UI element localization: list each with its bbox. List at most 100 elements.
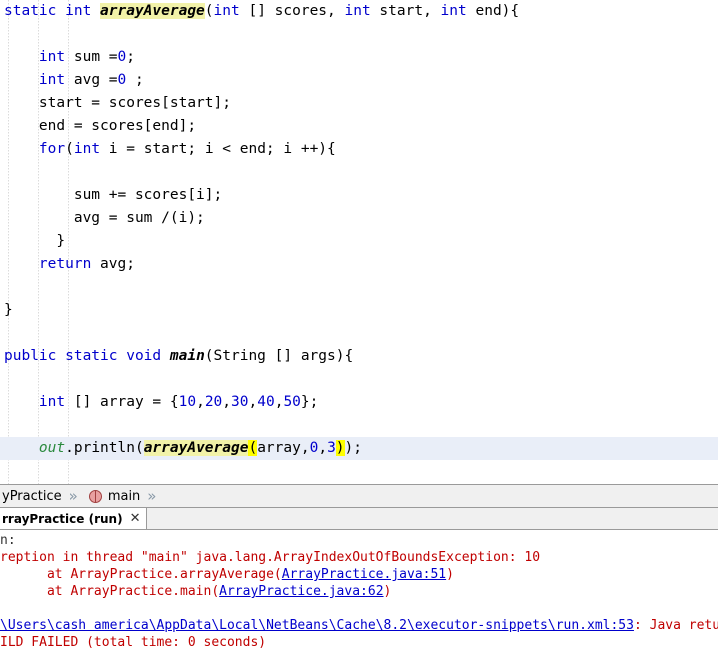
code-token: start, xyxy=(370,3,441,19)
breadcrumb-method[interactable]: main xyxy=(106,489,142,504)
code-token: 30 xyxy=(231,394,249,410)
console-text: ) xyxy=(383,584,392,599)
code-token: out xyxy=(38,440,66,456)
output-console[interactable]: n: reption in thread "main" java.lang.Arr… xyxy=(0,530,718,654)
close-icon[interactable]: ✕ xyxy=(130,512,141,525)
console-text: n: xyxy=(0,533,16,548)
code-token: , xyxy=(318,440,328,456)
output-tab-label: rrayPractice (run) xyxy=(2,511,123,526)
code-token: ) xyxy=(335,440,345,456)
code-token: arrayAverage xyxy=(143,440,249,456)
code-token: public xyxy=(4,348,66,364)
breadcrumb-separator-1: » xyxy=(68,487,78,505)
code-line[interactable] xyxy=(0,368,718,391)
code-token: ( xyxy=(204,3,214,19)
code-content[interactable]: static int arrayAverage(int [] scores, i… xyxy=(0,0,718,460)
code-token: , xyxy=(248,394,258,410)
tab-arraypractice-run[interactable]: rrayPractice (run) ✕ xyxy=(0,508,148,529)
console-line: at ArrayPractice.main(ArrayPractice.java… xyxy=(0,583,718,600)
code-line[interactable] xyxy=(0,322,718,345)
code-token: int xyxy=(38,72,66,88)
code-line[interactable]: static int arrayAverage( int [] scores, i… xyxy=(0,0,718,23)
stack-trace-link[interactable]: \Users\cash america\AppData\Local\NetBea… xyxy=(0,618,634,633)
code-token: 50 xyxy=(283,394,301,410)
code-line[interactable] xyxy=(0,276,718,299)
code-line[interactable]: sum += scores[i]; xyxy=(0,184,718,207)
method-icon xyxy=(88,489,102,503)
code-line[interactable]: for(int i = start; i < end; i ++){ xyxy=(0,138,718,161)
breadcrumb: yPractice » main » xyxy=(0,484,718,508)
output-tab-bar: rrayPractice (run) ✕ xyxy=(0,508,718,530)
code-token: , xyxy=(222,394,232,410)
code-line[interactable]: end = scores[end]; xyxy=(0,115,718,138)
code-token: 0 xyxy=(117,49,127,65)
code-token: int xyxy=(65,3,101,19)
code-token: ; xyxy=(126,49,135,65)
code-token: }; xyxy=(300,394,319,410)
code-token: end = scores[end]; xyxy=(4,118,197,134)
code-token: ( xyxy=(248,440,258,456)
code-token: avg; xyxy=(91,256,135,272)
code-token: avg = xyxy=(65,72,118,88)
code-line[interactable]: return avg; xyxy=(0,253,718,276)
code-token: 0 xyxy=(117,72,127,88)
code-token: static xyxy=(65,348,127,364)
breadcrumb-separator-2: » xyxy=(147,487,157,505)
code-token: int xyxy=(440,3,467,19)
code-editor[interactable]: static int arrayAverage(int [] scores, i… xyxy=(0,0,718,484)
code-token: (String [] args){ xyxy=(204,348,354,364)
code-line[interactable] xyxy=(0,23,718,46)
code-token: return xyxy=(38,256,92,272)
console-text: at ArrayPractice.main( xyxy=(0,584,220,599)
code-token: i = start; i < end; i ++){ xyxy=(100,141,336,157)
code-token: arrayAverage xyxy=(100,3,205,19)
code-token: [] array = { xyxy=(65,394,179,410)
console-text: reption in thread "main" java.lang.Array… xyxy=(0,550,541,565)
console-line: at ArrayPractice.arrayAverage(ArrayPract… xyxy=(0,566,718,583)
code-line[interactable]: int sum =0; xyxy=(0,46,718,69)
console-text: at ArrayPractice.arrayAverage( xyxy=(0,567,282,582)
console-text: : Java returned: 1 xyxy=(633,618,718,633)
code-token: .println( xyxy=(65,440,144,456)
console-text: ILD FAILED (total time: 0 seconds) xyxy=(0,635,267,650)
code-token: ; xyxy=(126,72,144,88)
code-token: int xyxy=(38,394,66,410)
code-token: , xyxy=(196,394,205,410)
code-token: static xyxy=(4,3,66,19)
code-token: void xyxy=(126,348,170,364)
code-token: 20 xyxy=(204,394,223,410)
code-token: 3 xyxy=(327,440,336,456)
code-line[interactable]: int [] array = {10,20,30,40,50}; xyxy=(0,391,718,414)
code-token: } xyxy=(4,302,13,318)
code-token: start = scores[start]; xyxy=(4,95,231,111)
code-line[interactable]: public static void main(String [] args){ xyxy=(0,345,718,368)
code-line[interactable]: } xyxy=(0,299,718,322)
code-token: int xyxy=(344,3,371,19)
code-token: int xyxy=(38,49,66,65)
code-token: [] scores, xyxy=(239,3,345,19)
code-token: ( xyxy=(65,141,74,157)
code-line[interactable] xyxy=(0,414,718,437)
console-text: ) xyxy=(446,567,454,582)
stack-trace-link[interactable]: ArrayPractice.java:51 xyxy=(282,567,446,582)
code-line[interactable]: start = scores[start]; xyxy=(0,92,718,115)
code-token: sum = xyxy=(65,49,118,65)
code-line[interactable]: out.println(arrayAverage(array,0,3)); xyxy=(0,437,718,460)
code-line[interactable]: avg = sum /(i); xyxy=(0,207,718,230)
code-line[interactable] xyxy=(0,161,718,184)
code-token: main xyxy=(169,348,205,364)
code-token: } xyxy=(4,233,66,249)
code-token: 10 xyxy=(178,394,197,410)
breadcrumb-class[interactable]: yPractice xyxy=(0,489,64,504)
console-line xyxy=(0,600,718,617)
code-line[interactable]: int avg =0 ; xyxy=(0,69,718,92)
stack-trace-link[interactable]: ArrayPractice.java:62 xyxy=(219,584,383,599)
code-line[interactable]: } xyxy=(0,230,718,253)
